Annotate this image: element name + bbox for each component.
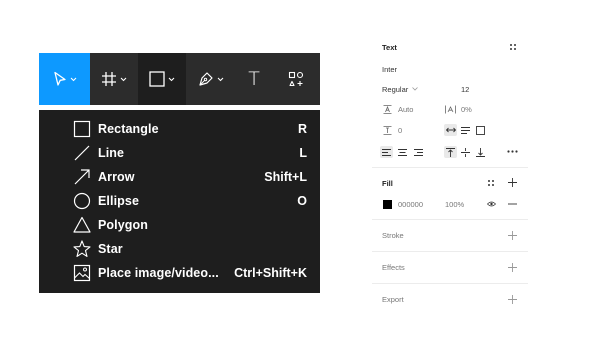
menu-item-polygon[interactable]: Polygon [39,213,320,237]
effects-section-title: Effects [382,263,405,272]
menu-item-line[interactable]: Line L [39,141,320,165]
menu-item-shortcut: L [299,146,307,160]
letter-spacing-icon [445,105,456,114]
align-bottom-icon [476,147,485,157]
styles-grid-icon[interactable] [487,179,495,187]
align-bottom-button[interactable] [474,146,487,158]
fill-color-swatch[interactable] [383,200,392,209]
ellipse-icon [73,192,91,210]
fill-opacity-input[interactable]: 100% [445,200,464,209]
frame-tool-button[interactable] [90,53,138,105]
box-icon [476,125,485,135]
chevron-down-icon[interactable] [168,77,175,82]
menu-item-label: Place image/video... [98,266,219,280]
font-size-input[interactable]: 12 [461,85,469,94]
fixed-size-button[interactable] [474,124,487,136]
menu-item-shortcut: Shift+L [264,170,307,184]
line-height-input[interactable]: Auto [398,105,413,114]
text-icon: T [248,68,260,90]
add-fill-icon[interactable] [508,178,517,187]
frame-icon [102,72,116,86]
toolbar: T [39,53,320,105]
text-section-title: Text [382,43,397,52]
line-height-icon [383,105,392,114]
auto-height-button[interactable] [459,124,472,136]
menu-item-label: Polygon [98,218,149,232]
move-tool-button[interactable] [39,53,90,105]
menu-item-star[interactable]: Star [39,237,320,261]
move-icon [53,71,66,86]
menu-item-place-image[interactable]: Place image/video... Ctrl+Shift+K [39,261,320,285]
arrows-horizontal-icon [445,127,456,133]
align-center-button[interactable] [396,146,409,158]
menu-item-shortcut: O [297,194,307,208]
align-left-icon [382,148,391,156]
star-icon [73,240,91,257]
add-effect-icon[interactable] [508,263,517,272]
chevron-down-icon[interactable] [70,77,77,82]
shape-menu: Rectangle R Line L Arrow Shift+L Ellipse… [39,110,320,293]
actions-tool-button[interactable] [272,53,320,105]
pen-tool-button[interactable] [186,53,236,105]
menu-item-label: Rectangle [98,122,159,136]
letter-spacing-input[interactable]: 0% [461,105,472,114]
menu-item-rectangle[interactable]: Rectangle R [39,117,320,141]
rectangle-icon [149,71,165,87]
menu-item-label: Arrow [98,170,135,184]
stroke-section-title: Stroke [382,231,404,240]
align-right-button[interactable] [412,146,425,158]
font-family-select[interactable]: Inter [382,65,397,74]
eye-icon[interactable] [487,201,496,207]
arrow-icon [74,169,90,185]
remove-fill-icon[interactable] [508,203,517,205]
export-section-title: Export [382,295,404,304]
align-top-button[interactable] [444,146,457,158]
menu-item-shortcut: Ctrl+Shift+K [234,266,307,280]
styles-grid-icon[interactable] [509,43,517,51]
chevron-down-icon[interactable] [120,77,127,82]
lines-icon [461,126,470,134]
menu-item-label: Ellipse [98,194,139,208]
text-tool-button[interactable]: T [236,53,272,105]
align-middle-button[interactable] [459,146,472,158]
add-stroke-icon[interactable] [508,231,517,240]
menu-item-label: Star [98,242,123,256]
auto-width-button[interactable] [444,124,457,136]
fill-hex-input[interactable]: 000000 [398,200,423,209]
paragraph-spacing-icon [383,126,392,135]
align-middle-icon [461,147,470,157]
add-export-icon[interactable] [508,295,517,304]
section-divider [372,167,528,168]
section-divider [372,283,528,284]
section-divider [372,219,528,220]
paragraph-spacing-input[interactable]: 0 [398,126,402,135]
align-top-icon [446,147,455,157]
more-icon[interactable] [507,150,518,153]
pen-icon [199,72,213,86]
font-weight-select[interactable]: Regular [382,85,408,94]
line-icon [74,145,90,161]
menu-item-label: Line [98,146,125,160]
section-divider [372,251,528,252]
actions-icon [288,71,304,87]
image-icon [73,264,91,282]
align-right-icon [414,148,423,156]
align-center-icon [398,148,407,156]
chevron-down-icon[interactable] [217,77,224,82]
menu-item-arrow[interactable]: Arrow Shift+L [39,165,320,189]
align-left-button[interactable] [380,146,393,158]
shape-tool-button[interactable] [138,53,186,105]
fill-section-title: Fill [382,179,393,188]
polygon-icon [73,216,91,233]
chevron-down-icon[interactable] [412,87,418,91]
menu-item-shortcut: R [297,122,307,136]
menu-item-ellipse[interactable]: Ellipse O [39,189,320,213]
rectangle-icon [73,120,91,138]
design-panel: Text Inter Regular 12 Auto 0% 0 Fill 000… [372,32,528,332]
